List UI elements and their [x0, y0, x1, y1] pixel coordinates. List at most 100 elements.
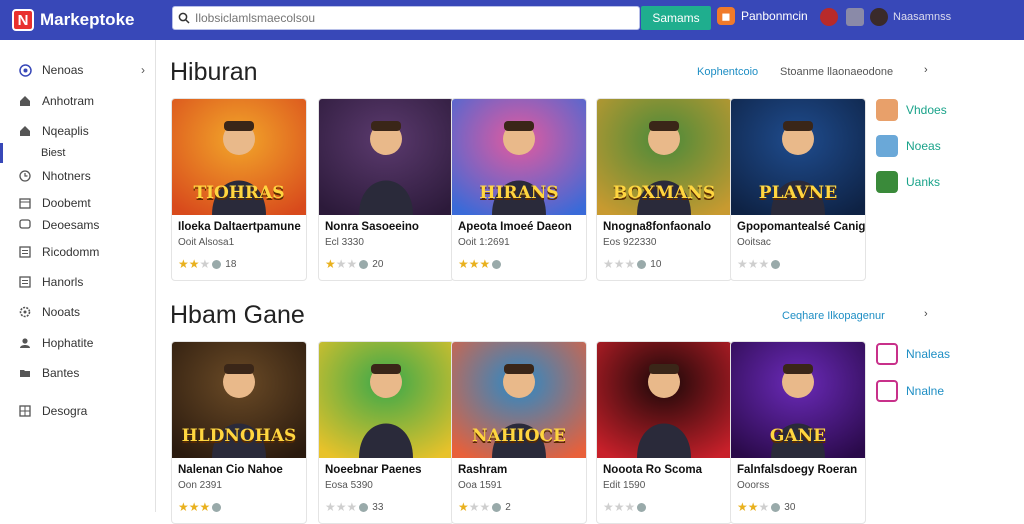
star-icon: ★ — [613, 257, 625, 271]
app-logo[interactable]: N Markeptoke — [12, 9, 162, 31]
game-title: Nonra Sasoeeino — [325, 221, 419, 233]
sidebar-item-deoesams[interactable]: Deoesams — [0, 213, 155, 237]
sidebar-item-nqeaplis[interactable]: Nqeaplis — [0, 119, 155, 143]
sidebar-item-label: Nhotners — [42, 169, 91, 183]
sidebar-item-label: Ricodomm — [42, 245, 100, 259]
game-meta: Edit 1590 — [603, 480, 646, 491]
game-logo-text: GANE — [769, 426, 827, 446]
sidebar-item-bantes[interactable]: Bantes — [0, 361, 155, 385]
sidebar-item-label: Hanorls — [42, 275, 84, 289]
game-card[interactable]: GANE Falnfalsdoegy Roeran Ooorss ★ ★ ★ 30 — [730, 341, 866, 524]
star-icon: ★ — [479, 257, 491, 271]
game-meta: Ooorss — [737, 480, 770, 491]
section-title-1: Hiburan — [170, 58, 258, 86]
game-meta: Oon 2391 — [178, 480, 222, 491]
rating: ★ ★ ★ 10 — [603, 257, 661, 271]
game-meta: Ooitsac — [737, 237, 771, 248]
home-icon — [18, 124, 32, 138]
rating-count: 18 — [225, 258, 237, 270]
game-cover-image: HIRANS — [452, 99, 586, 215]
folder-icon — [18, 366, 32, 380]
game-logo-text: NAHIOCE — [471, 426, 567, 446]
sidebar-item-label: Anhotram — [42, 94, 95, 108]
sidebar-item-ricodomm[interactable]: Ricodomm — [0, 240, 155, 264]
game-logo-text: PLAVNE — [758, 183, 838, 203]
section-link-1[interactable]: Kophentcoio — [697, 66, 758, 78]
gear-icon — [18, 305, 32, 319]
right-list-label: Noeas — [906, 139, 941, 153]
calendar-icon — [18, 196, 32, 210]
sidebar-item-biest[interactable]: Biest — [0, 143, 155, 163]
list-icon — [18, 275, 32, 289]
sidebar-item-nooats[interactable]: Nooats — [0, 300, 155, 324]
rating: ★ ★ ★ — [458, 257, 502, 271]
chat-icon — [18, 218, 32, 232]
star-icon: ★ — [747, 257, 759, 271]
rating-count: 2 — [505, 501, 511, 513]
clock-icon — [18, 169, 32, 183]
coin-icon — [492, 259, 502, 269]
game-card[interactable]: PLAVNE Gpopomantealsé Canig Ooitsac ★ ★ ★ — [730, 98, 866, 281]
gift-icon[interactable] — [846, 8, 864, 26]
game-cover-image: BOXMANS — [597, 99, 731, 215]
user-name[interactable]: Naasamnss — [893, 11, 951, 23]
game-meta: Ecl 3330 — [325, 237, 364, 248]
game-card[interactable]: TIOHRAS Iloeka Daltaertpamune Ooit Alsos… — [171, 98, 307, 281]
user-avatar[interactable] — [870, 8, 888, 26]
rating-count: 33 — [372, 501, 384, 513]
game-card[interactable]: Noeebnar Paenes Eosa 5390 ★ ★ ★ 33 — [318, 341, 454, 524]
right-list-item[interactable]: Noeas — [876, 135, 941, 157]
sidebar-item-nenoas[interactable]: Nenoas › — [0, 58, 155, 82]
search-button[interactable]: Samams — [641, 6, 711, 30]
game-card[interactable]: NAHIOCE Rashram Ooa 1591 ★ ★ ★ 2 — [451, 341, 587, 524]
sidebar-item-anhotram[interactable]: Anhotram — [0, 89, 155, 113]
game-cover-image — [597, 342, 731, 458]
right-list-item[interactable]: Nnalne — [876, 380, 944, 402]
right-list-item[interactable]: Uanks — [876, 171, 940, 193]
chevron-right-icon[interactable]: › — [924, 308, 928, 320]
section-sort-1[interactable]: Stoanme llaonaeodone — [780, 66, 893, 78]
section-link-2[interactable]: Ceqhare Ilkopagenur — [782, 310, 885, 322]
circle-user-icon — [18, 63, 32, 77]
thumbnail — [876, 171, 898, 193]
rating-count: 10 — [650, 258, 662, 270]
star-icon: ★ — [178, 257, 189, 271]
sidebar-item-doobemt[interactable]: Doobemt — [0, 191, 155, 215]
thumbnail — [876, 99, 898, 121]
notification-avatar[interactable] — [820, 8, 838, 26]
game-logo-text: HLDNOHAS — [181, 426, 297, 446]
coin-icon — [637, 502, 647, 512]
rating-count: 30 — [784, 501, 796, 513]
game-title: Nooota Ro Scoma — [603, 464, 703, 476]
sidebar-item-nhotners[interactable]: Nhotners — [0, 164, 155, 188]
sidebar-item-desogra[interactable]: Desogra — [0, 399, 155, 423]
game-card[interactable]: HIRANS Apeota Imoeé Daeon Ooit 1:2691 ★ ★… — [451, 98, 587, 281]
coin-icon — [359, 502, 369, 512]
sidebar-item-hanorls[interactable]: Hanorls — [0, 270, 155, 294]
game-meta: Ooit 1:2691 — [458, 237, 510, 248]
star-icon: ★ — [624, 257, 636, 271]
star-icon: ★ — [737, 257, 748, 271]
right-list-label: Nnalne — [906, 384, 945, 398]
promo-label: Panbonmcin — [741, 9, 808, 23]
sidebar-item-hophatite[interactable]: Hophatite — [0, 331, 155, 355]
game-card[interactable]: Nooota Ro Scoma Edit 1590 ★ ★ ★ — [596, 341, 732, 524]
promo-link[interactable]: ◼ Panbonmcin — [717, 7, 808, 25]
game-title: Nalenan Cio Nahoe — [178, 464, 283, 476]
game-title: Rashram — [458, 464, 508, 476]
search-bar — [172, 6, 640, 30]
thumbnail — [876, 135, 898, 157]
game-card[interactable]: BOXMANS Nnogna8fonfaonalo Eos 922330 ★ ★ ★… — [596, 98, 732, 281]
star-icon: ★ — [458, 257, 469, 271]
game-card[interactable]: HLDNOHAS Nalenan Cio Nahoe Oon 2391 ★ ★ ★ — [171, 341, 307, 524]
search-input[interactable] — [195, 11, 615, 25]
game-cover-image: HLDNOHAS — [172, 342, 306, 458]
right-list-item[interactable]: Nnaleas — [876, 343, 950, 365]
bookmark-icon — [876, 380, 898, 402]
right-list-item[interactable]: Vhdoes — [876, 99, 947, 121]
chevron-right-icon[interactable]: › — [924, 64, 928, 76]
rating: ★ ★ ★ — [737, 257, 781, 271]
game-card[interactable]: Nonra Sasoeeino Ecl 3330 ★ ★ ★ 20 — [318, 98, 454, 281]
game-meta: Ooa 1591 — [458, 480, 502, 491]
coin-icon — [637, 259, 647, 269]
